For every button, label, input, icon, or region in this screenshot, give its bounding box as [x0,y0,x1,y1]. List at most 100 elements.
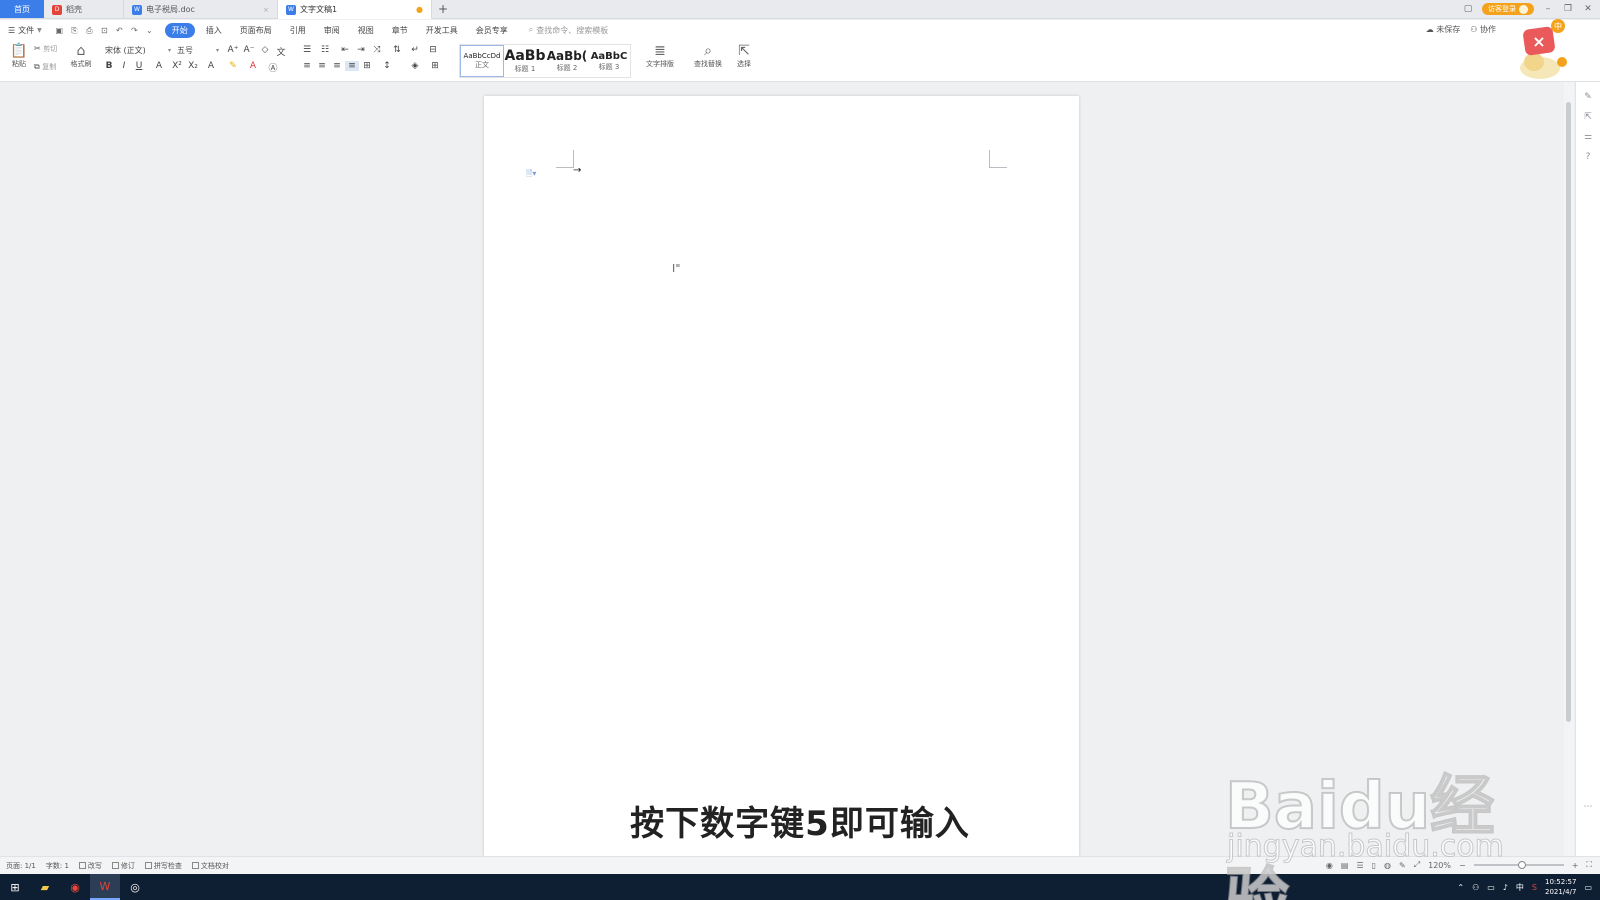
proofread-toggle[interactable]: 文档校对 [191,861,229,871]
select-cursor-icon[interactable]: ⇱ [1576,112,1600,122]
style-normal[interactable]: AaBbCcDd 正文 [460,45,504,77]
tab-ruler-icon[interactable]: ⊟ [426,45,440,55]
style-heading-1[interactable]: AaBb 标题 1 [504,45,546,77]
select-button[interactable]: ⇱ 选择 [732,43,756,69]
scrollbar-thumb[interactable] [1566,102,1571,722]
tab-document1[interactable]: W 文字文稿1 ● [278,0,432,19]
redo-icon[interactable]: ↷ [129,25,140,36]
underline-icon[interactable]: U [132,61,146,71]
line-spacing-icon[interactable]: ↕ [380,61,394,71]
undo-icon[interactable]: ↶ [114,25,125,36]
spell-check-toggle[interactable]: 拼写检查 [144,861,182,871]
start-icon[interactable]: ⊞ [0,874,30,900]
sort-icon[interactable]: ⇅ [390,45,404,55]
tab-home[interactable]: 首页 [0,0,44,18]
borders-icon[interactable]: ⊞ [428,61,442,71]
chinese-layout-icon[interactable]: ⤨ [370,45,384,55]
align-left-icon[interactable]: ≡ [300,61,314,71]
document-page[interactable]: 🗎▾ → I≡ [484,96,1079,856]
bullets-icon[interactable]: ☰ [300,45,314,55]
subscript-icon[interactable]: X₂ [186,61,200,71]
output-pdf-icon[interactable]: ⎘ [69,25,80,36]
format-painter-button[interactable]: ⌂ 格式刷 [68,43,94,69]
fullscreen-icon[interactable]: ⛶ [1586,860,1592,870]
menu-view[interactable]: 视图 [351,23,381,38]
strikethrough-icon[interactable]: A [152,61,166,71]
style-heading-2[interactable]: AaBb( 标题 2 [546,45,588,77]
save-icon[interactable]: ▣ [54,25,65,36]
wps-icon[interactable]: W [90,874,120,900]
file-menu[interactable]: ☰ 文件 ▼ [8,25,42,36]
command-search[interactable]: ⌕ 查找命令、搜索模板 [529,25,608,36]
bold-icon[interactable]: B [102,61,116,71]
justify-icon[interactable]: ≡ [345,61,359,71]
increase-indent-icon[interactable]: ⇥ [354,45,368,55]
font-size-select[interactable]: 五号 ▾ [174,44,222,57]
align-right-icon[interactable]: ≡ [330,61,344,71]
text-effect-icon[interactable]: A [204,61,218,71]
shrink-font-icon[interactable]: A⁻ [242,45,256,55]
recorder-icon[interactable]: ◎ [120,874,150,900]
customize-icon[interactable]: ⌄ [144,25,155,36]
new-tab-button[interactable]: + [432,0,454,18]
tab-docer[interactable]: D 稻壳 [44,0,124,19]
file-explorer-icon[interactable]: ▰ [30,874,60,900]
menu-dev-tools[interactable]: 开发工具 [419,23,465,38]
style-heading-3[interactable]: AaBbC 标题 3 [588,45,630,77]
phonetic-icon[interactable]: 文 [274,45,288,58]
tablet-mode-icon[interactable]: ▢ [1462,4,1474,14]
font-color-icon[interactable]: A [246,61,260,71]
vertical-scrollbar[interactable] [1564,82,1574,856]
restore-icon[interactable]: ❐ [1562,4,1574,14]
zoom-in-icon[interactable]: + [1572,861,1579,870]
cut-button[interactable]: ✂ 剪切 [34,44,64,54]
copy-button[interactable]: ⧉ 复制 [34,62,64,72]
menu-page-layout[interactable]: 页面布局 [233,23,279,38]
clear-format-icon[interactable]: ◇ [258,45,272,55]
font-name-select[interactable]: 宋体 (正文) ▾ [102,44,174,57]
wps-tray-icon[interactable]: S [1532,883,1537,892]
highlight-icon[interactable]: ✎ [226,61,240,71]
tab-tax-doc[interactable]: W 电子税局.doc × [124,0,278,19]
chrome-icon[interactable]: ◉ [60,874,90,900]
unsaved-status[interactable]: ☁ 未保存 [1426,24,1461,35]
collab-button[interactable]: ⚇ 协作 [1470,24,1496,35]
menu-insert[interactable]: 插入 [199,23,229,38]
clock[interactable]: 10:52:57 2021/4/7 [1545,877,1576,897]
page-count[interactable]: 页面: 1/1 [6,861,36,871]
char-border-icon[interactable]: Ⓐ [266,61,280,74]
numbering-icon[interactable]: ☷ [318,45,332,55]
help-icon[interactable]: ? [1576,152,1600,162]
grow-font-icon[interactable]: A⁺ [226,45,240,55]
superscript-icon[interactable]: X² [170,61,184,71]
find-replace-button[interactable]: ⌕ 查找替换 [688,43,728,69]
menu-review[interactable]: 审阅 [317,23,347,38]
edit-icon[interactable]: ✎ [1576,92,1600,102]
print-icon[interactable]: ⎙ [84,25,95,36]
revise-toggle[interactable]: 修订 [111,861,135,871]
paste-button[interactable]: 📋 粘贴 [8,43,30,69]
menu-chapter[interactable]: 章节 [385,23,415,38]
distribute-icon[interactable]: ⊞ [360,61,374,71]
menu-references[interactable]: 引用 [283,23,313,38]
zoom-knob[interactable] [1517,861,1526,869]
close-icon[interactable]: × [263,6,269,14]
show-marks-icon[interactable]: ↵ [408,45,422,55]
menu-home[interactable]: 开始 [164,22,195,38]
ime-indicator[interactable]: 中 [1516,882,1524,893]
decrease-indent-icon[interactable]: ⇤ [338,45,352,55]
menu-member[interactable]: 会员专享 [469,23,515,38]
close-window-icon[interactable]: ✕ [1582,4,1594,14]
paragraph-handle-icon[interactable]: 🗎▾ [526,168,536,182]
notification-icon[interactable]: ▭ [1584,883,1592,892]
print-preview-icon[interactable]: ⊡ [99,25,110,36]
shading-icon[interactable]: ◈ [408,61,422,71]
overtype-toggle[interactable]: 改写 [78,861,102,871]
login-button[interactable]: 访客登录 [1482,3,1534,15]
word-count[interactable]: 字数: 1 [46,861,69,871]
minimize-icon[interactable]: – [1542,4,1554,14]
settings-slider-icon[interactable]: ⚌ [1576,132,1600,142]
italic-icon[interactable]: I [117,61,131,71]
text-layout-button[interactable]: ≣ 文字排版 [640,43,680,69]
align-center-icon[interactable]: ≡ [315,61,329,71]
